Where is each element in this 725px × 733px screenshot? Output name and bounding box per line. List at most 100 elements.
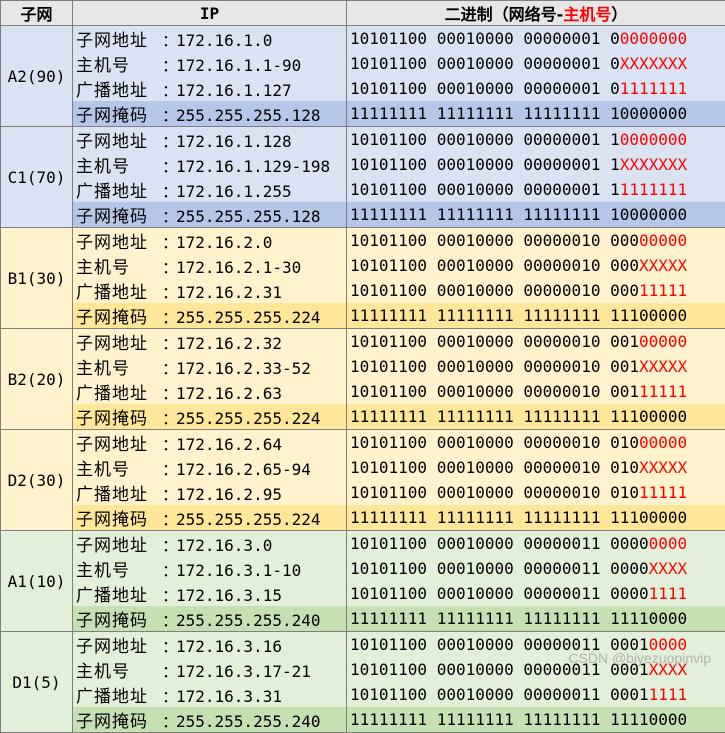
binary-cell: 11111111 11111111 11111111 10000000 — [347, 202, 725, 228]
binary-host-bits: 11111 — [639, 483, 687, 502]
binary-cell: 11111111 11111111 11111111 11110000 — [347, 606, 725, 632]
table-row: 广播地址：172.16.2.9510101100 00010000 000000… — [1, 480, 725, 505]
binary-network-bits: 11111111 11111111 11111111 11100000 — [350, 306, 687, 325]
ip-cell: 主机号：172.16.1.1-90 — [73, 51, 347, 76]
binary-host-bits: XXXXX — [639, 357, 687, 376]
ip-cell: 子网掩码：255.255.255.240 — [73, 606, 347, 632]
table-row: 主机号：172.16.1.129-19810101100 00010000 00… — [1, 152, 725, 177]
ip-value: 172.16.1.255 — [176, 182, 292, 201]
ip-value: 255.255.255.128 — [176, 207, 321, 226]
ip-value: 172.16.3.16 — [176, 637, 282, 656]
binary-host-bits: 1111 — [649, 685, 688, 704]
row-separator: ： — [162, 708, 176, 732]
table-row: A2(90)子网地址：172.16.1.010101100 00010000 0… — [1, 26, 725, 52]
header-subnet: 子网 — [1, 1, 73, 26]
table-body: A2(90)子网地址：172.16.1.010101100 00010000 0… — [1, 26, 725, 733]
row-separator: ： — [162, 153, 176, 177]
table-row: 子网掩码：255.255.255.22411111111 11111111 11… — [1, 303, 725, 329]
row-separator: ： — [162, 52, 176, 76]
header-binary-suffix: ） — [611, 5, 627, 24]
row-separator: ： — [162, 405, 176, 429]
ip-cell: 子网掩码：255.255.255.224 — [73, 505, 347, 531]
table-row: 广播地址：172.16.3.3110101100 00010000 000000… — [1, 682, 725, 707]
ip-cell: 子网掩码：255.255.255.224 — [73, 303, 347, 329]
binary-network-bits: 10101100 00010000 00000010 001 — [350, 357, 639, 376]
row-separator: ： — [162, 683, 176, 707]
row-separator: ： — [162, 128, 176, 152]
ip-cell: 广播地址：172.16.1.255 — [73, 177, 347, 202]
row-separator: ： — [162, 304, 176, 328]
binary-network-bits: 11111111 11111111 11111111 11100000 — [350, 508, 687, 527]
binary-host-bits: 0000000 — [620, 29, 687, 48]
ip-cell: 广播地址：172.16.1.127 — [73, 76, 347, 101]
binary-network-bits: 11111111 11111111 11111111 11110000 — [350, 609, 687, 628]
binary-host-bits: 0000000 — [620, 130, 687, 149]
binary-cell: 10101100 00010000 00000010 01000000 — [347, 430, 725, 456]
table-row: 主机号：172.16.1.1-9010101100 00010000 00000… — [1, 51, 725, 76]
binary-cell: 10101100 00010000 00000010 001XXXXX — [347, 354, 725, 379]
binary-cell: 10101100 00010000 00000010 00100000 — [347, 329, 725, 355]
ip-cell: 主机号：172.16.3.17-21 — [73, 657, 347, 682]
subnet-name: D2(30) — [1, 430, 73, 531]
binary-cell: 10101100 00010000 00000010 00000000 — [347, 228, 725, 254]
row-label: 广播地址 — [76, 76, 162, 101]
row-label: 主机号 — [76, 152, 162, 177]
row-label: 子网地址 — [76, 632, 162, 657]
binary-cell: 10101100 00010000 00000001 1XXXXXXX — [347, 152, 725, 177]
row-separator: ： — [162, 532, 176, 556]
ip-value: 172.16.2.1-30 — [176, 258, 301, 277]
ip-value: 255.255.255.240 — [176, 712, 321, 731]
table-row: 主机号：172.16.2.65-9410101100 00010000 0000… — [1, 455, 725, 480]
table-row: 子网掩码：255.255.255.24011111111 11111111 11… — [1, 606, 725, 632]
row-separator: ： — [162, 506, 176, 530]
ip-value: 172.16.3.15 — [176, 586, 282, 605]
row-separator: ： — [162, 380, 176, 404]
binary-cell: 10101100 00010000 00000011 00000000 — [347, 531, 725, 557]
ip-cell: 子网掩码：255.255.255.128 — [73, 101, 347, 127]
header-row: 子网 IP 二进制（网络号-主机号） — [1, 1, 725, 26]
row-separator: ： — [162, 607, 176, 631]
binary-network-bits: 10101100 00010000 00000010 001 — [350, 382, 639, 401]
ip-cell: 广播地址：172.16.2.95 — [73, 480, 347, 505]
binary-host-bits: 11111 — [639, 382, 687, 401]
binary-cell: 10101100 00010000 00000011 0000XXXX — [347, 556, 725, 581]
binary-host-bits: XXXXXXX — [620, 155, 687, 174]
binary-network-bits: 10101100 00010000 00000001 0 — [350, 54, 620, 73]
binary-cell: 11111111 11111111 11111111 11100000 — [347, 404, 725, 430]
ip-value: 172.16.1.1-90 — [176, 56, 301, 75]
binary-cell: 10101100 00010000 00000001 00000000 — [347, 26, 725, 52]
row-separator: ： — [162, 456, 176, 480]
row-label: 广播地址 — [76, 278, 162, 303]
binary-host-bits: XXXX — [649, 559, 688, 578]
binary-network-bits: 10101100 00010000 00000010 001 — [350, 332, 639, 351]
binary-network-bits: 10101100 00010000 00000011 0000 — [350, 584, 649, 603]
row-separator: ： — [162, 431, 176, 455]
row-label: 子网掩码 — [76, 505, 162, 530]
binary-cell: 10101100 00010000 00000010 000XXXXX — [347, 253, 725, 278]
row-label: 主机号 — [76, 556, 162, 581]
binary-network-bits: 10101100 00010000 00000011 0001 — [350, 685, 649, 704]
table-row: 子网掩码：255.255.255.12811111111 11111111 11… — [1, 101, 725, 127]
row-separator: ： — [162, 582, 176, 606]
subnet-name: A1(10) — [1, 531, 73, 632]
ip-cell: 子网地址：172.16.3.16 — [73, 632, 347, 658]
binary-cell: 10101100 00010000 00000001 10000000 — [347, 127, 725, 153]
row-label: 子网掩码 — [76, 606, 162, 631]
subnet-name: D1(5) — [1, 632, 73, 733]
table-row: D2(30)子网地址：172.16.2.6410101100 00010000 … — [1, 430, 725, 456]
binary-host-bits: 1111 — [649, 584, 688, 603]
binary-host-bits: 1111111 — [620, 180, 687, 199]
header-binary-prefix: 二进制（网络号- — [445, 5, 564, 24]
ip-value: 255.255.255.224 — [176, 409, 321, 428]
row-label: 子网地址 — [76, 531, 162, 556]
binary-cell: 10101100 00010000 00000010 00111111 — [347, 379, 725, 404]
table-row: 广播地址：172.16.1.12710101100 00010000 00000… — [1, 76, 725, 101]
row-label: 子网掩码 — [76, 202, 162, 227]
table-row: A1(10)子网地址：172.16.3.010101100 00010000 0… — [1, 531, 725, 557]
row-separator: ： — [162, 102, 176, 126]
row-label: 子网地址 — [76, 127, 162, 152]
binary-network-bits: 10101100 00010000 00000001 1 — [350, 130, 620, 149]
row-label: 子网掩码 — [76, 101, 162, 126]
ip-cell: 广播地址：172.16.3.15 — [73, 581, 347, 606]
ip-cell: 子网地址：172.16.2.32 — [73, 329, 347, 355]
